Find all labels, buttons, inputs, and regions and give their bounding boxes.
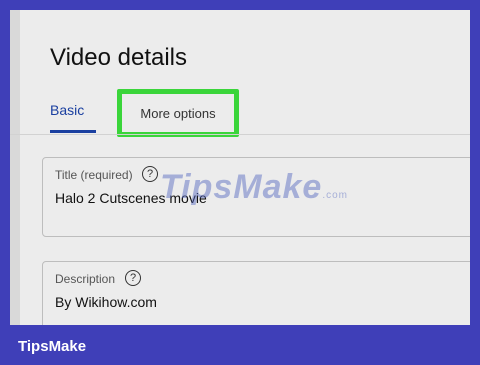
tab-more-options[interactable]: More options (117, 89, 239, 137)
watermark-suffix: .com (322, 190, 348, 201)
description-field-value[interactable]: By Wikihow.com (55, 294, 157, 310)
footer-bar: TipsMake (0, 325, 480, 365)
help-circle-icon[interactable]: ? (142, 166, 158, 182)
tab-active-indicator (50, 130, 96, 133)
tab-basic[interactable]: Basic (50, 102, 84, 118)
page-title: Video details (50, 44, 187, 71)
tab-more-options-label: More options (140, 105, 216, 121)
left-strip (10, 10, 20, 325)
tab-divider (10, 134, 470, 135)
description-field[interactable]: Description ? By Wikihow.com (42, 261, 470, 325)
description-field-label: Description (55, 272, 116, 286)
footer-brand: TipsMake (18, 338, 87, 355)
title-field-label: Title (required) (55, 168, 133, 182)
watermark-text: TipsMake (160, 168, 323, 206)
watermark: TipsMake.com (160, 168, 348, 207)
video-details-panel: Video details Basic More options Title (… (10, 10, 470, 325)
help-circle-icon[interactable]: ? (125, 270, 141, 286)
